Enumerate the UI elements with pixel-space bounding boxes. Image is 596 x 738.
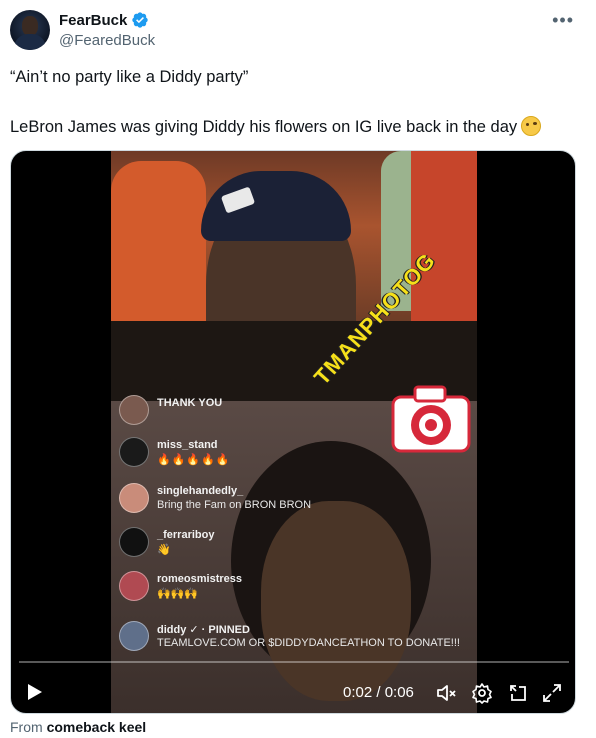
commenter-avatar	[119, 437, 149, 467]
comment-text: TEAMLOVE.COM OR $DIDDYDANCEATHON TO DONA…	[157, 637, 460, 649]
more-options-icon[interactable]: •••	[552, 10, 574, 31]
display-name[interactable]: FearBuck	[59, 12, 127, 29]
video-progress-bar[interactable]	[19, 661, 569, 663]
author-name-row: FearBuck	[59, 11, 149, 29]
settings-gear-icon[interactable]	[471, 682, 493, 704]
comment-user: _ferrariboy	[157, 529, 215, 541]
verified-badge-icon	[132, 12, 149, 28]
live-comment: miss_stand 🔥🔥🔥🔥🔥	[119, 437, 369, 477]
camera-watermark-icon	[391, 385, 471, 453]
video-frame[interactable]: THANK YOU miss_stand 🔥🔥🔥🔥🔥 singlehandedl…	[111, 151, 477, 713]
video-controls: 0:02 / 0:06	[11, 671, 575, 713]
commenter-avatar	[119, 395, 149, 425]
commenter-avatar	[119, 527, 149, 557]
commenter-avatar	[119, 483, 149, 513]
mute-icon[interactable]	[435, 682, 457, 704]
tweet-card: FearBuck @FearedBuck ••• “Ain’t no party…	[0, 0, 596, 738]
comment-user: singlehandedly_	[157, 485, 244, 497]
source-link[interactable]: comeback keel	[47, 719, 147, 735]
video-time: 0:02 / 0:06	[343, 684, 414, 701]
avatar-shoulders	[14, 34, 46, 50]
picture-in-picture-icon[interactable]	[507, 682, 529, 704]
commenter-avatar	[119, 571, 149, 601]
fullscreen-icon[interactable]	[541, 682, 563, 704]
play-icon[interactable]	[27, 683, 43, 701]
live-comment: singlehandedly_ Bring the Fam on BRON BR…	[119, 483, 369, 523]
author-handle[interactable]: @FearedBuck	[59, 32, 155, 49]
live-comment: THANK YOU	[119, 395, 369, 435]
tweet-text-line-2: LeBron James was giving Diddy his flower…	[10, 116, 542, 138]
comment-text: Bring the Fam on BRON BRON	[157, 499, 312, 511]
comment-user: THANK YOU	[157, 397, 223, 409]
video-player[interactable]: THANK YOU miss_stand 🔥🔥🔥🔥🔥 singlehandedl…	[10, 150, 576, 714]
avatar-head	[22, 16, 38, 36]
avatar[interactable]	[10, 10, 50, 50]
live-comment: romeosmistress 🙌🙌🙌	[119, 571, 369, 611]
tweet-text-line-1: “Ain’t no party like a Diddy party”	[10, 68, 249, 86]
live-comment: _ferrariboy 👋	[119, 527, 369, 567]
tweet-text-line-2-content: LeBron James was giving Diddy his flower…	[10, 118, 518, 136]
comment-text: 👋	[157, 544, 171, 556]
source-prefix: From	[10, 719, 43, 735]
comment-text: 🙌🙌🙌	[157, 588, 199, 600]
comment-user: diddy ✓ · PINNED	[157, 624, 250, 636]
face-with-raised-eyebrow-icon	[521, 116, 542, 136]
comment-user: romeosmistress	[157, 573, 242, 585]
source-attribution: From comeback keel	[10, 719, 146, 735]
comment-user: miss_stand	[157, 439, 218, 451]
commenter-avatar	[119, 621, 149, 651]
comment-text: 🔥🔥🔥🔥🔥	[157, 454, 231, 466]
live-comment: diddy ✓ · PINNED TEAMLOVE.COM OR $DIDDYD…	[119, 621, 460, 661]
